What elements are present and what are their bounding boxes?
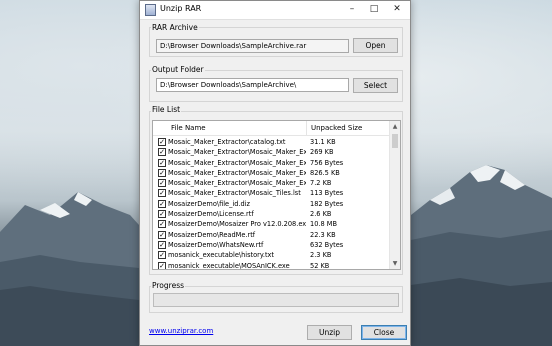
row-file-name: MosaizerDemo\file_id.diz	[168, 199, 251, 208]
row-checkbox[interactable]: ✓	[158, 240, 166, 249]
file-list-rows: ✓ Mosaic_Maker_Extractor\catalog.txt 31.1 …	[153, 137, 389, 270]
scroll-down-icon[interactable]: ▼	[390, 258, 400, 269]
row-checkbox[interactable]: ✓	[158, 179, 166, 188]
row-file-name: Mosaic_Maker_Extractor\Mosaic_Maker_Extr…	[168, 148, 306, 157]
table-row[interactable]: ✓ MosaizerDemo\Mosaizer Pro v12.0.208.exe…	[153, 219, 389, 229]
file-list-view[interactable]: File Name Unpacked Size ✓ Mosaic_Maker_Ex…	[152, 120, 401, 270]
row-checkbox[interactable]: ✓	[158, 138, 166, 146]
row-checkbox[interactable]: ✓	[158, 168, 166, 177]
unzip-rar-window: Unzip RAR – □ ✕ RAR Archive D:\Browser D…	[139, 0, 411, 346]
table-row[interactable]: ✓ MosaizerDemo\License.rtf 2.6 KB	[153, 209, 389, 219]
table-row[interactable]: ✓Mosaic_Maker_Extractor\Mosaic_Maker_Ext…	[153, 168, 389, 178]
row-file-name: Mosaic_Maker_Extractor\Mosaic_Tiles.lst	[168, 189, 301, 198]
file-list-label: File List	[151, 105, 182, 114]
file-list-header: File Name Unpacked Size	[153, 121, 389, 136]
row-file-name: MosaizerDemo\ReadMe.rtf	[168, 230, 256, 239]
row-size: 269 KB	[310, 148, 334, 157]
row-file-name: mosanick_executable\MOSAnICK.exe	[168, 261, 290, 270]
table-row[interactable]: ✓Mosaic_Maker_Extractor\Mosaic_Maker_Ext…	[153, 178, 389, 188]
row-file-name: mosanick_executable\history.txt	[168, 251, 275, 260]
table-row[interactable]: ✓ MosaizerDemo\WhatsNew.rtf 632 Bytes	[153, 240, 389, 250]
scrollbar-thumb[interactable]	[392, 134, 398, 148]
table-row[interactable]: ✓ MosaizerDemo\file_id.diz 182 Bytes	[153, 199, 389, 209]
row-size: 632 Bytes	[310, 240, 344, 249]
column-unpacked-size[interactable]: Unpacked Size	[307, 121, 362, 136]
row-size: 756 Bytes	[310, 158, 344, 167]
unzip-button[interactable]: Unzip	[307, 325, 352, 340]
row-size: 31.1 KB	[310, 138, 336, 146]
row-size: 2.3 KB	[310, 251, 332, 260]
row-size: 113 Bytes	[310, 189, 344, 198]
row-file-name: MosaizerDemo\Mosaizer Pro v12.0.208.exe	[168, 220, 306, 229]
table-row[interactable]: ✓ mosanick_executable\MOSAnICK.exe 52 KB	[153, 261, 389, 270]
progress-label: Progress	[151, 281, 186, 290]
row-checkbox[interactable]: ✓	[158, 251, 166, 260]
scroll-up-icon[interactable]: ▲	[390, 121, 400, 132]
row-file-name: Mosaic_Maker_Extractor\catalog.txt	[168, 138, 286, 146]
row-checkbox[interactable]: ✓	[158, 199, 166, 208]
title-bar[interactable]: Unzip RAR – □ ✕	[140, 1, 410, 19]
rar-archive-label: RAR Archive	[151, 23, 199, 32]
row-size: 10.8 MB	[310, 220, 337, 229]
row-size: 2.6 KB	[310, 210, 332, 219]
open-button[interactable]: Open	[353, 38, 398, 53]
table-row[interactable]: ✓Mosaic_Maker_Extractor\Mosaic_Maker_Ext…	[153, 147, 389, 157]
website-link[interactable]: www.unziprar.com	[149, 327, 213, 335]
close-button[interactable]: Close	[361, 325, 407, 340]
table-row[interactable]: ✓ MosaizerDemo\ReadMe.rtf 22.3 KB	[153, 230, 389, 240]
row-checkbox[interactable]: ✓	[158, 158, 166, 167]
row-checkbox[interactable]: ✓	[158, 189, 166, 198]
row-size: 52 KB	[310, 261, 330, 270]
progress-bar	[153, 293, 399, 307]
row-file-name: Mosaic_Maker_Extractor\Mosaic_Maker_Extr…	[168, 168, 306, 177]
table-row[interactable]: ✓Mosaic_Maker_Extractor\Mosaic_Maker_Ext…	[153, 158, 389, 168]
rar-archive-path-field[interactable]: D:\Browser Downloads\SampleArchive.rar	[156, 39, 349, 53]
row-file-name: MosaizerDemo\License.rtf	[168, 210, 254, 219]
app-icon	[145, 4, 156, 16]
table-row[interactable]: ✓ Mosaic_Maker_Extractor\Mosaic_Tiles.lst…	[153, 188, 389, 198]
close-window-button[interactable]: ✕	[388, 3, 406, 16]
row-size: 182 Bytes	[310, 199, 344, 208]
row-checkbox[interactable]: ✓	[158, 210, 166, 219]
row-file-name: Mosaic_Maker_Extractor\Mosaic_Maker_Extr…	[168, 179, 306, 188]
row-file-name: MosaizerDemo\WhatsNew.rtf	[168, 240, 264, 249]
output-folder-path-field[interactable]: D:\Browser Downloads\SampleArchive\	[156, 78, 349, 92]
output-folder-label: Output Folder	[151, 65, 205, 74]
minimize-button[interactable]: –	[343, 3, 361, 16]
row-checkbox[interactable]: ✓	[158, 261, 166, 269]
row-checkbox[interactable]: ✓	[158, 220, 166, 229]
maximize-button[interactable]: □	[365, 3, 383, 16]
row-file-name: Mosaic_Maker_Extractor\Mosaic_Maker_Extr…	[168, 158, 306, 167]
row-size: 22.3 KB	[310, 230, 336, 239]
table-row[interactable]: ✓ mosanick_executable\history.txt 2.3 KB	[153, 250, 389, 260]
table-row[interactable]: ✓ Mosaic_Maker_Extractor\catalog.txt 31.1 …	[153, 137, 389, 147]
row-size: 7.2 KB	[310, 179, 332, 188]
row-checkbox[interactable]: ✓	[158, 148, 166, 157]
row-size: 826.5 KB	[310, 168, 340, 177]
column-file-name[interactable]: File Name	[167, 121, 206, 136]
vertical-scrollbar[interactable]: ▲ ▼	[389, 121, 400, 269]
window-client-area: RAR Archive D:\Browser Downloads\SampleA…	[140, 19, 410, 345]
select-button[interactable]: Select	[353, 78, 398, 93]
window-title: Unzip RAR	[160, 4, 202, 13]
row-checkbox[interactable]: ✓	[158, 230, 166, 239]
